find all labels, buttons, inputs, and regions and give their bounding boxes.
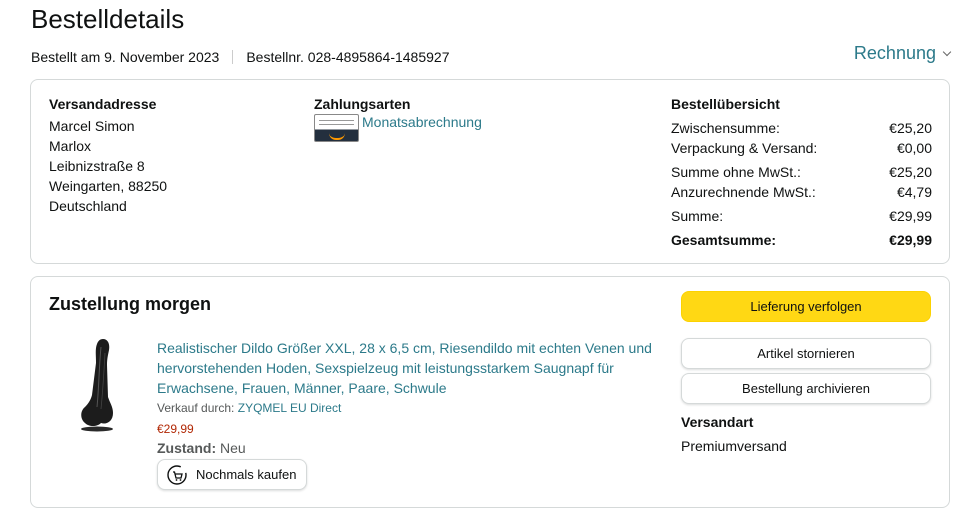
summary-value: €4,79 <box>896 184 932 200</box>
order-info-box: Versandadresse Marcel Simon Marlox Leibn… <box>30 79 950 264</box>
summary-label: Anzurechnende MwSt.: <box>671 184 816 200</box>
summary-value: €25,20 <box>889 164 932 180</box>
product-condition: Zustand: Neu <box>157 440 246 456</box>
condition-value: Neu <box>220 440 246 456</box>
product-image[interactable] <box>77 337 121 432</box>
summary-row-vat: Anzurechnende MwSt.: €4,79 <box>671 182 932 202</box>
seller-prefix: Verkauf durch: <box>157 401 235 415</box>
shipping-method-value: Premiumversand <box>681 438 787 454</box>
summary-row-shipping: Verpackung & Versand: €0,00 <box>671 138 932 158</box>
archive-order-button[interactable]: Bestellung archivieren <box>681 373 931 404</box>
delivery-status-heading: Zustellung morgen <box>49 294 211 314</box>
summary-value: €29,99 <box>889 232 932 248</box>
buy-again-icon <box>167 464 187 485</box>
seller-link[interactable]: ZYQMEL EU Direct <box>238 401 342 415</box>
address-line: Weingarten, 88250 <box>49 178 168 194</box>
summary-value: €29,99 <box>889 208 932 224</box>
invoice-label: Rechnung <box>853 43 936 63</box>
payment-method-link[interactable]: Monatsabrechnung <box>362 114 482 130</box>
summary-label: Summe: <box>671 208 724 224</box>
summary-row-subtotal: Zwischensumme: €25,20 <box>671 118 932 138</box>
invoice-dropdown[interactable]: Rechnung <box>853 43 952 64</box>
shipping-address: Versandadresse Marcel Simon Marlox Leibn… <box>49 96 167 216</box>
summary-heading: Bestellübersicht <box>671 96 780 112</box>
address-line: Marlox <box>49 138 92 154</box>
order-meta: Bestellt am 9. November 2023 Bestellnr. … <box>31 49 450 65</box>
order-date: Bestellt am 9. November 2023 <box>31 49 220 65</box>
summary-label: Verpackung & Versand: <box>671 140 818 156</box>
address-line: Marcel Simon <box>49 118 135 134</box>
payment-heading: Zahlungsarten <box>314 96 411 112</box>
summary-row-net: Summe ohne MwSt.: €25,20 <box>671 162 932 182</box>
summary-value: €25,20 <box>889 120 932 136</box>
summary-label: Gesamtsumme: <box>671 232 777 248</box>
page-title: Bestelldetails <box>31 4 185 34</box>
payment-card-icon <box>314 114 359 142</box>
cancel-items-button[interactable]: Artikel stornieren <box>681 338 931 369</box>
meta-divider <box>232 50 234 64</box>
condition-label: Zustand: <box>157 440 217 456</box>
order-summary: Bestellübersicht Zwischensumme: €25,20 V… <box>671 96 932 250</box>
address-line: Deutschland <box>49 198 127 214</box>
buy-again-button[interactable]: Nochmals kaufen <box>157 459 308 490</box>
shipment-box: Zustellung morgen Realistischer Dildo Gr… <box>30 276 950 508</box>
summary-row-sum: Summe: €29,99 <box>671 206 932 226</box>
seller-info: Verkauf durch: ZYQMEL EU Direct <box>157 401 341 415</box>
chevron-down-icon <box>942 47 952 56</box>
summary-label: Zwischensumme: <box>671 120 780 136</box>
address-line: Leibnizstraße 8 <box>49 158 145 174</box>
payment-methods: Zahlungsarten Monatsabrechnung <box>314 96 482 142</box>
product-title-link[interactable]: Realistischer Dildo Größer XXL, 28 x 6,5… <box>157 338 657 398</box>
summary-value: €0,00 <box>896 140 932 156</box>
buy-again-label: Nochmals kaufen <box>196 467 297 482</box>
shipping-address-heading: Versandadresse <box>49 96 157 112</box>
product-price: €29,99 <box>157 422 194 436</box>
shipping-method-heading: Versandart <box>681 414 754 430</box>
summary-row-total: Gesamtsumme: €29,99 <box>671 230 932 250</box>
track-package-button[interactable]: Lieferung verfolgen <box>681 291 931 322</box>
order-number: Bestellnr. 028-4895864-1485927 <box>246 49 450 65</box>
summary-label: Summe ohne MwSt.: <box>671 164 801 180</box>
